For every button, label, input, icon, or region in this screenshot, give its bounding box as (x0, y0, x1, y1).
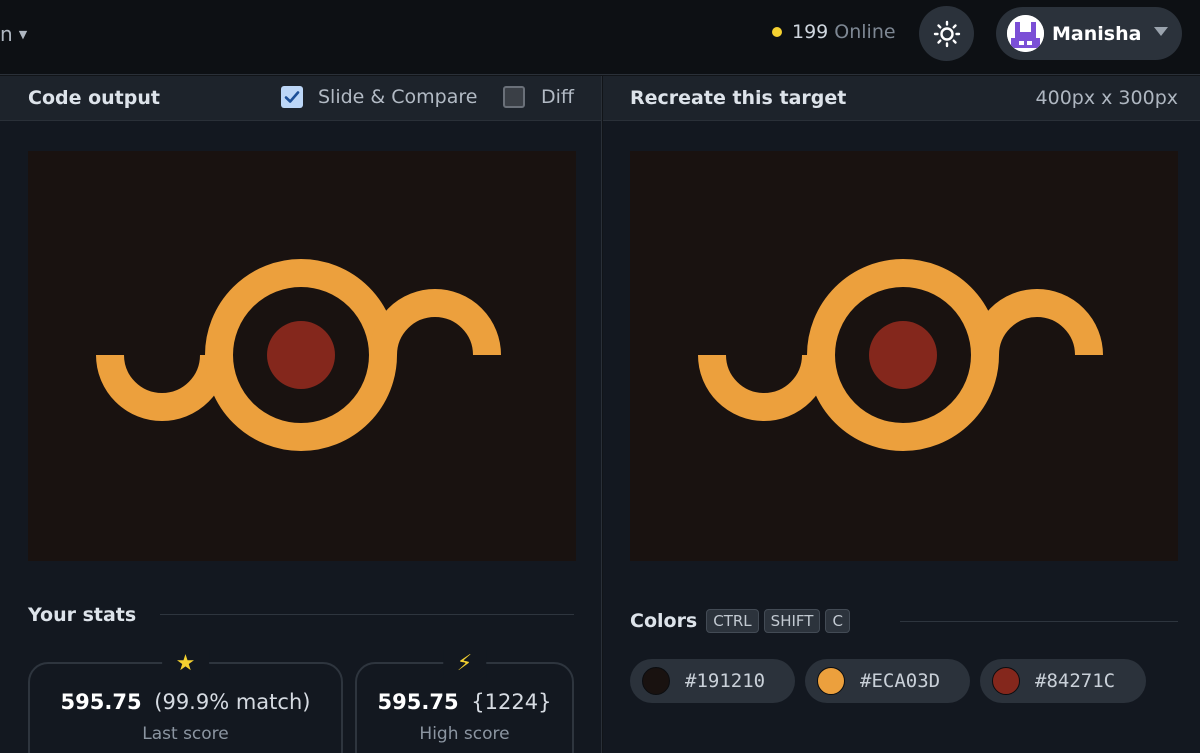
checkmark-icon (284, 91, 300, 103)
theme-toggle-button[interactable] (919, 6, 974, 61)
high-score-label: High score (419, 724, 510, 744)
color-swatch[interactable]: #ECA03D (805, 659, 970, 703)
high-score-detail: {1224} (471, 690, 552, 714)
last-score-label: Last score (142, 724, 229, 744)
eye-pupil (869, 321, 937, 389)
output-drawing (96, 259, 501, 451)
high-score-card: ⚡ 595.75 {1224} High score (355, 650, 574, 753)
color-swatch[interactable]: #191210 (630, 659, 795, 703)
slide-compare-label: Slide & Compare (318, 86, 478, 108)
chevron-down-icon (1154, 27, 1168, 36)
username: Manisha (1052, 22, 1142, 45)
online-count: 199 (792, 21, 829, 43)
code-output-title: Code output (28, 87, 160, 109)
last-score-number: 595.75 (60, 690, 142, 714)
code-output-panel: Code output Slide & Compare Diff Your st… (0, 76, 602, 753)
target-header: Recreate this target 400px x 300px (603, 76, 1200, 121)
swatch-color-dot (642, 667, 670, 695)
shortcut-key: SHIFT (763, 609, 821, 633)
target-panel: Recreate this target 400px x 300px Color… (603, 76, 1200, 753)
avatar (1007, 15, 1044, 52)
diff-checkbox[interactable] (503, 86, 525, 108)
high-score-number: 595.75 (377, 690, 459, 714)
last-score-value: 595.75 (99.9% match) (30, 690, 341, 714)
slide-compare-toggle[interactable]: Slide & Compare (281, 86, 477, 108)
user-menu-button[interactable]: Manisha (996, 7, 1182, 60)
target-title: Recreate this target (630, 87, 847, 109)
swatch-hex: #ECA03D (860, 670, 941, 692)
right-hook-arc (369, 289, 501, 356)
online-indicator: 199 Online (772, 21, 896, 43)
online-status-dot (772, 27, 782, 37)
last-score-card: ★ 595.75 (99.9% match) Last score (28, 650, 343, 753)
colors-heading: Colors CTRL SHIFT C (630, 609, 850, 633)
shortcut-key: CTRL (706, 609, 759, 633)
shortcut-key: C (825, 609, 850, 633)
swatch-hex: #191210 (685, 670, 766, 692)
target-size-label: 400px x 300px (1035, 87, 1178, 109)
colors-divider (900, 621, 1178, 622)
lightning-icon: ⚡ (442, 650, 487, 678)
code-output-header: Code output Slide & Compare Diff (0, 76, 601, 121)
swatch-hex: #84271C (1035, 670, 1116, 692)
chevron-down-icon: ▼ (18, 27, 28, 41)
stats-title: Your stats (28, 604, 137, 626)
eye-pupil (267, 321, 335, 389)
top-bar: n ▼ 199 Online Manisha (0, 0, 1200, 75)
mode-selector-label: n (0, 22, 13, 46)
left-hook-arc (698, 354, 830, 421)
swatch-color-dot (992, 667, 1020, 695)
right-hook-arc (971, 289, 1103, 356)
online-label: Online (834, 21, 896, 43)
target-drawing (698, 259, 1103, 451)
last-score-detail: (99.9% match) (154, 690, 311, 714)
mode-selector[interactable]: n ▼ (0, 22, 27, 46)
star-icon: ★ (161, 650, 210, 678)
high-score-value: 595.75 {1224} (357, 690, 572, 714)
colors-title: Colors (630, 610, 698, 632)
diff-label: Diff (541, 86, 574, 108)
swatch-color-dot (817, 667, 845, 695)
slide-compare-checkbox[interactable] (281, 86, 303, 108)
sun-icon (933, 20, 960, 47)
diff-toggle[interactable]: Diff (503, 86, 574, 108)
code-output-canvas (28, 151, 576, 561)
stats-divider (160, 614, 574, 615)
color-swatch[interactable]: #84271C (980, 659, 1146, 703)
left-hook-arc (96, 354, 228, 421)
target-canvas (630, 151, 1178, 561)
